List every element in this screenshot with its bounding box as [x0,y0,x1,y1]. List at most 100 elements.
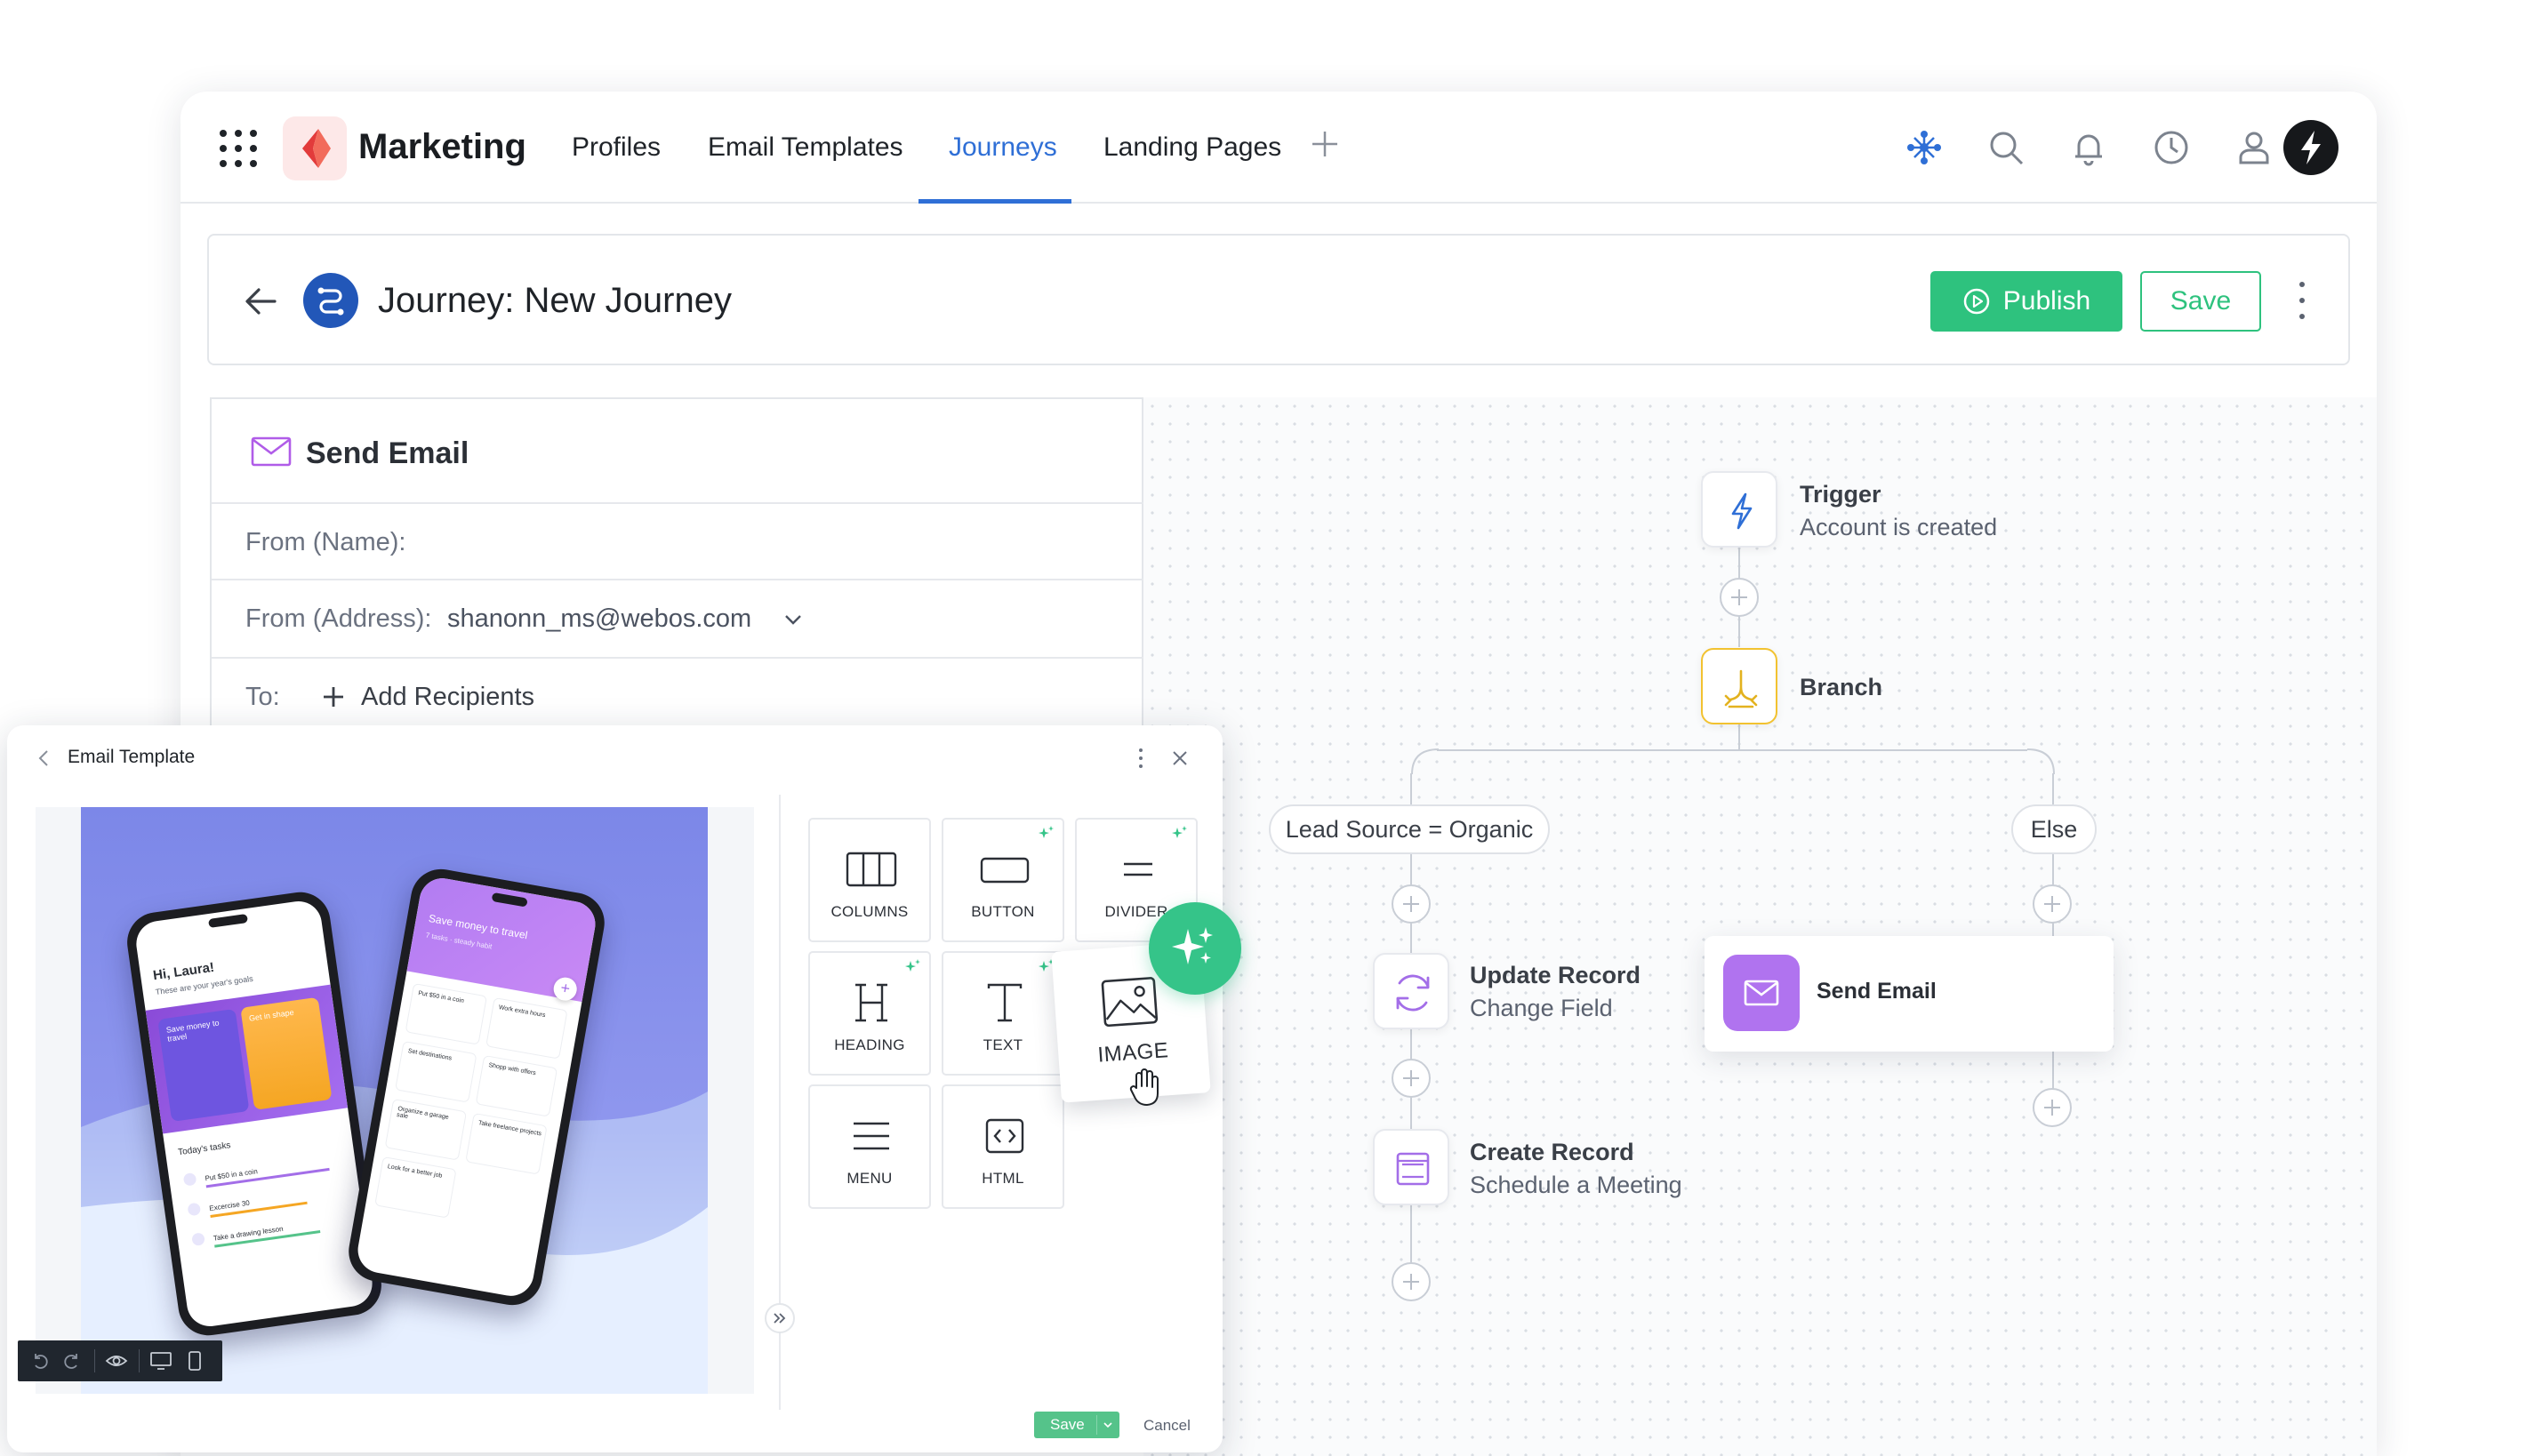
add-step-button[interactable] [1392,884,1431,924]
create-record-node[interactable] [1373,1129,1449,1205]
grab-cursor-icon [1129,1068,1159,1106]
connector-line [1437,749,2027,751]
chevron-down-icon[interactable] [1102,1419,1114,1431]
task-card: Set destinations [395,1040,477,1103]
task-card: Take freelance projects [465,1112,548,1175]
envelope-icon [251,436,292,467]
journey-canvas[interactable] [1143,397,2377,1456]
bolt-icon [1731,492,1753,530]
sparkle-icon [905,959,920,972]
goal-card: Save money to travel [157,1008,250,1122]
back-arrow-icon[interactable] [243,285,278,317]
brand-logo-icon [283,116,347,180]
tab-profiles[interactable]: Profiles [572,132,661,163]
block-columns[interactable]: COLUMNS [808,818,931,942]
journey-header: Journey: New Journey Publish Save [207,234,2350,365]
task-icon [191,1232,205,1247]
bolt-avatar-icon[interactable] [2283,120,2338,175]
create-record-subtitle: Schedule a Meeting [1470,1172,1682,1198]
network-icon[interactable] [1904,127,1945,168]
tab-email-templates[interactable]: Email Templates [708,132,903,163]
mobile-icon[interactable] [187,1351,203,1371]
send-email-header: Send Email [212,399,1145,504]
save-button[interactable]: Save [2140,271,2261,332]
connector-curve [1411,748,1440,775]
add-step-button[interactable] [2033,1088,2072,1127]
task-card: Work extra hours [485,996,568,1060]
chevron-down-icon[interactable] [782,612,804,627]
refresh-icon [1396,974,1430,1012]
tasks-title: Today's tasks [177,1140,232,1158]
goal-card: Get in shape [240,996,333,1110]
bell-icon[interactable] [2068,127,2109,168]
add-step-button[interactable] [1720,578,1759,617]
to-field: To: Add Recipients [212,659,1145,735]
collapse-panel-button[interactable] [765,1303,795,1333]
add-step-button[interactable] [1392,1262,1431,1301]
update-record-node[interactable] [1373,953,1449,1029]
undo-icon[interactable] [30,1351,50,1371]
more-options-icon[interactable] [1139,748,1144,768]
tab-landing-pages[interactable]: Landing Pages [1103,132,1281,163]
close-icon[interactable] [1170,748,1190,768]
publish-button[interactable]: Publish [1930,271,2122,332]
double-chevron-right-icon [774,1313,786,1324]
add-step-button[interactable] [1392,1059,1431,1098]
chevron-left-icon[interactable] [36,748,52,768]
add-recipients-link[interactable]: Add Recipients [361,683,534,712]
trigger-node[interactable] [1701,471,1777,548]
tab-journeys[interactable]: Journeys [949,132,1057,163]
dragging-block-label: IMAGE [1096,1038,1170,1068]
block-heading[interactable]: HEADING [808,951,931,1076]
branch-icon [1724,669,1758,708]
plus-icon[interactable] [322,685,345,708]
more-options-icon[interactable] [2297,282,2307,319]
block-menu[interactable]: MENU [808,1084,931,1209]
top-navigation-bar: Marketing Profiles Email Templates Journ… [180,92,2377,204]
trigger-subtitle: Account is created [1800,514,1998,540]
from-address-value: shanonn_ms@webos.com [447,604,752,633]
block-text[interactable]: TEXT [942,951,1064,1076]
desktop-icon[interactable] [149,1351,172,1371]
play-circle-icon [1963,288,1990,315]
send-email-node[interactable]: Send Email [1705,936,2114,1052]
envelope-icon [1744,980,1779,1006]
user-icon[interactable] [2234,127,2274,168]
phone-notch [208,913,248,929]
email-hero-image[interactable]: Hi, Laura! These are your year's goals S… [81,807,708,1394]
add-tab-icon[interactable] [1310,129,1340,159]
redo-icon[interactable] [62,1351,82,1371]
task-icon [187,1202,202,1217]
to-label: To: [245,683,280,711]
divider-icon [1124,862,1152,876]
branch-node[interactable] [1701,648,1777,724]
block-label: TEXT [983,1036,1023,1053]
template-cancel-button[interactable]: Cancel [1143,1417,1191,1435]
ai-assist-button[interactable] [1149,902,1241,995]
branch-condition-organic[interactable]: Lead Source = Organic [1269,804,1550,854]
block-html[interactable]: HTML [942,1084,1064,1209]
brand-name: Marketing [358,127,526,166]
preview-toolbar [18,1340,222,1381]
apps-grid-icon[interactable] [220,130,257,167]
from-address-label: From (Address): [245,604,432,633]
branch-title: Branch [1800,674,1883,700]
from-address-field[interactable]: From (Address): shanonn_ms@webos.com [212,580,1145,659]
task-card: Look for a better job [374,1156,457,1219]
from-name-field[interactable]: From (Name): [212,504,1145,580]
clock-icon[interactable] [2151,127,2192,168]
block-button[interactable]: BUTTON [942,818,1064,942]
task-card: Shopp with offers [475,1054,558,1117]
search-icon[interactable] [1985,127,2026,168]
branch-condition-else[interactable]: Else [2011,804,2097,854]
active-tab-indicator [919,199,1071,204]
eye-icon[interactable] [105,1351,128,1371]
email-template-title: Email Template [68,747,196,767]
connector-line [1738,724,1740,751]
send-email-node-icon [1723,955,1800,1031]
add-step-button[interactable] [2033,884,2072,924]
button-icon [980,857,1030,884]
template-save-button[interactable]: Save [1034,1412,1119,1438]
block-label: HTML [982,1170,1024,1187]
block-label: BUTTON [971,903,1035,920]
